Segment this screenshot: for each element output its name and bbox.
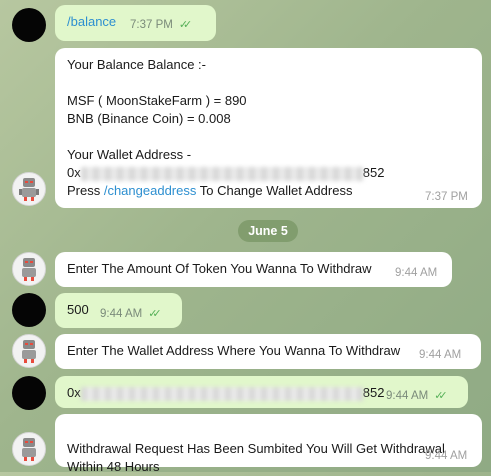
balance-command-link[interactable]: /balance	[67, 14, 116, 29]
robot-icon	[22, 340, 36, 363]
message-time: 7:37 PM ✓✓	[130, 16, 193, 34]
wallet-address: 0x 852	[67, 164, 470, 182]
address-suffix: 852	[362, 385, 385, 400]
wallet-address-label: Your Wallet Address -	[67, 147, 192, 162]
address-blurred	[80, 386, 363, 401]
press-text: Press	[67, 183, 104, 198]
message-bubble-withdrawal-confirmation[interactable]: Withdrawal Request Has Been Sumbited You…	[55, 414, 482, 474]
robot-icon	[19, 178, 39, 201]
robot-icon	[22, 258, 36, 281]
message-time: 9:44 AM	[419, 349, 462, 361]
message-text: 500	[67, 302, 89, 317]
double-check-icon: ✓✓	[434, 390, 448, 402]
message-bubble-balance-command[interactable]: /balance 7:37 PM ✓✓	[55, 5, 216, 41]
message-text: Enter The Amount Of Token You Wanna To W…	[67, 261, 372, 276]
double-check-icon: ✓✓	[178, 19, 193, 31]
message-time: 7:37 PM	[425, 191, 468, 203]
msf-balance: MSF ( MoonStakeFarm ) = 890	[67, 93, 247, 108]
message-bubble-wallet-prompt[interactable]: Enter The Wallet Address Where You Wanna…	[55, 334, 481, 369]
message-text: Withdrawal Request Has Been Sumbited You…	[67, 441, 445, 474]
robot-avatar-icon[interactable]	[12, 252, 46, 286]
change-address-line: Press /changeaddress To Change Wallet Ad…	[67, 182, 470, 200]
address-prefix: 0x	[67, 165, 81, 180]
message-time: 9:44 AM ✓✓	[386, 387, 448, 405]
message-time: 9:44 AM ✓✓	[100, 305, 162, 323]
user-avatar[interactable]	[12, 8, 46, 42]
message-bubble-balance-info[interactable]: Your Balance Balance :- MSF ( MoonStakeF…	[55, 48, 482, 208]
message-bubble-amount-prompt[interactable]: Enter The Amount Of Token You Wanna To W…	[55, 252, 452, 287]
message-bubble-amount[interactable]: 500 9:44 AM ✓✓	[55, 293, 182, 328]
message-bubble-wallet-address[interactable]: 0x 852 9:44 AM ✓✓	[55, 376, 468, 408]
address-suffix: 852	[362, 165, 385, 180]
changeaddress-link[interactable]: /changeaddress	[104, 183, 197, 198]
message-time: 9:44 AM	[425, 450, 468, 462]
robot-avatar-icon[interactable]	[12, 172, 46, 206]
bnb-balance: BNB (Binance Coin) = 0.008	[67, 111, 231, 126]
robot-avatar-icon[interactable]	[12, 334, 46, 368]
message-time: 9:44 AM	[395, 267, 438, 279]
user-avatar[interactable]	[12, 376, 46, 410]
address-prefix: 0x	[67, 385, 81, 400]
robot-icon	[22, 438, 36, 461]
double-check-icon: ✓✓	[148, 308, 162, 320]
message-text: Enter The Wallet Address Where You Wanna…	[67, 343, 401, 358]
date-separator: June 5	[238, 220, 298, 242]
robot-avatar-icon[interactable]	[12, 432, 46, 466]
address-blurred	[80, 166, 363, 181]
user-avatar[interactable]	[12, 293, 46, 327]
change-address-text: To Change Wallet Address	[196, 183, 353, 198]
balance-title: Your Balance Balance :-	[67, 57, 207, 72]
